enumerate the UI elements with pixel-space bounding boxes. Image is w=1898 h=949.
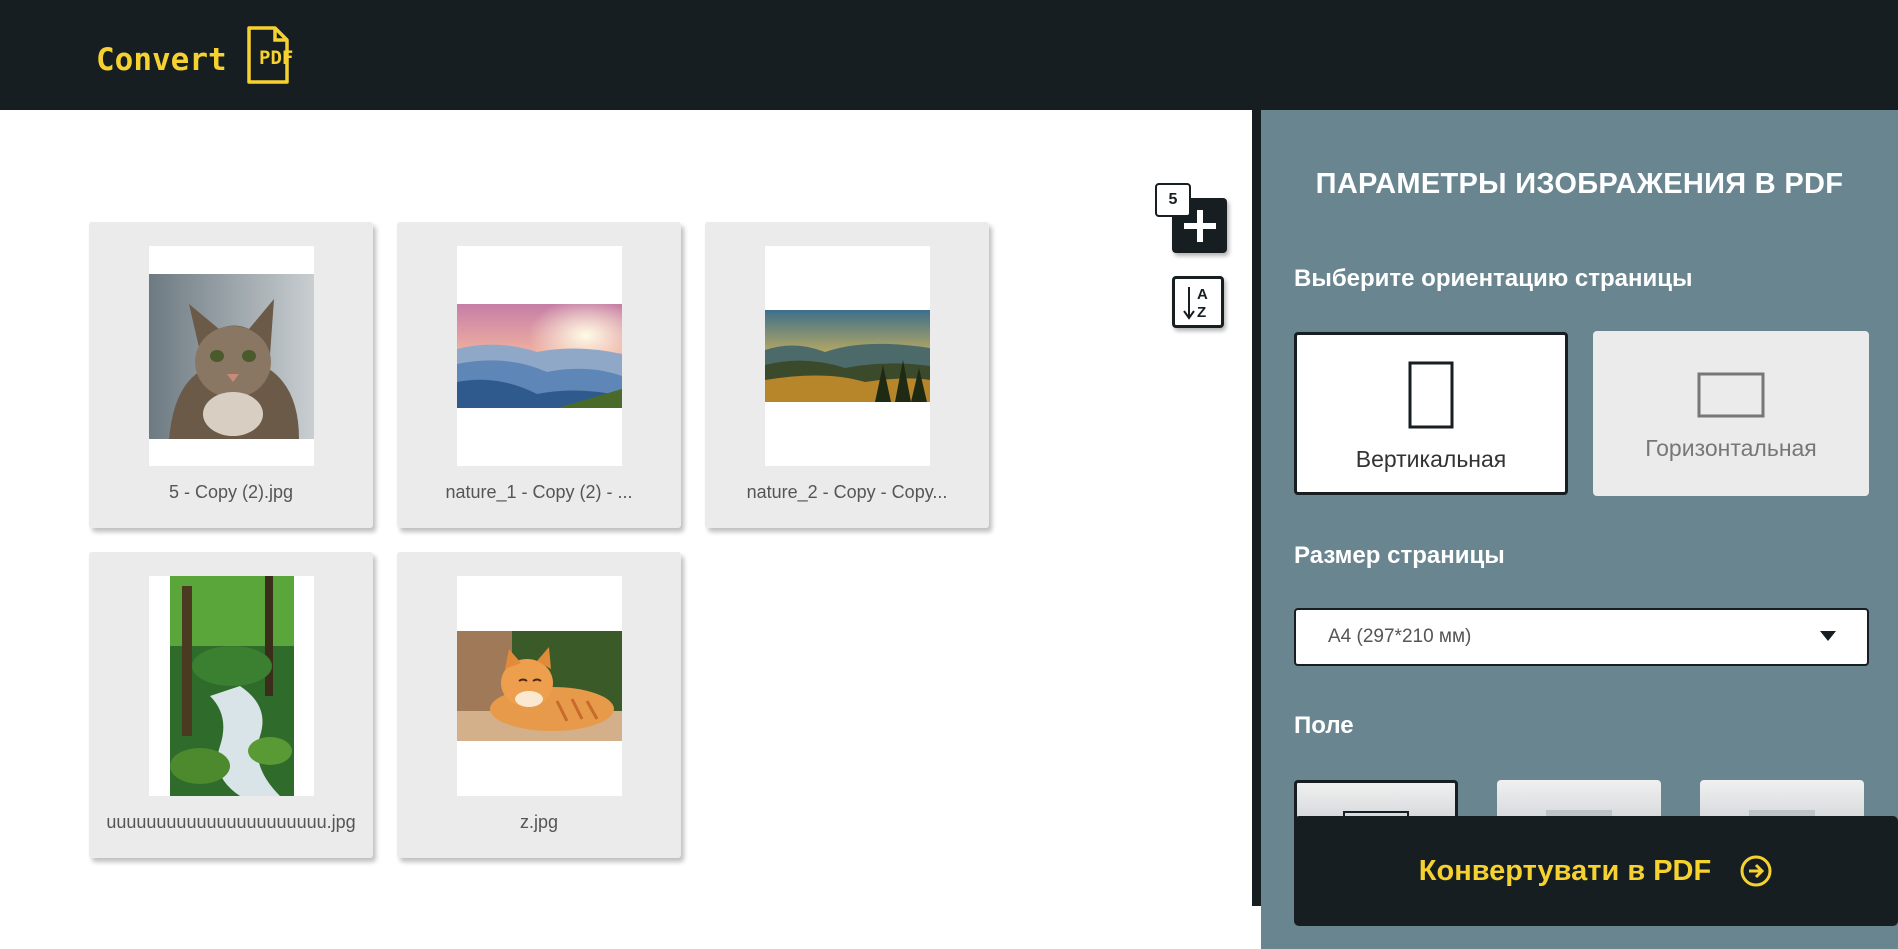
file-card[interactable]: nature_1 - Copy (2) - ... [397,222,681,528]
logo-text: Convert [96,42,227,78]
sort-az-icon: A Z [1183,286,1208,321]
image-thumbnail [457,304,622,408]
margin-label: Поле [1294,712,1354,739]
portrait-page-icon [1408,361,1454,429]
svg-text:Z: Z [1197,304,1206,321]
chevron-down-icon [1820,631,1836,641]
settings-panel: ПАРАМЕТРЫ ИЗОБРАЖЕНИЯ В PDF Выберите ори… [1261,110,1898,949]
image-thumbnail [169,576,294,796]
image-thumbnail [457,631,622,741]
file-name: uuuuuuuuuuuuuuuuuuuuuu.jpg [106,812,356,832]
page-preview [149,246,314,466]
panel-divider [1252,110,1261,906]
file-card[interactable]: z.jpg [397,552,681,858]
image-thumbnail [765,310,930,402]
app-header: Convert PDF [0,0,1898,110]
panel-title: ПАРАМЕТРЫ ИЗОБРАЖЕНИЯ В PDF [1315,168,1844,200]
image-thumbnail [149,273,314,439]
file-card[interactable]: 5 - Copy (2).jpg [89,222,373,528]
orientation-label: Выберите ориентацию страницы [1294,265,1693,292]
sort-az-button[interactable]: A Z [1172,276,1224,328]
orientation-option-label: Вертикальная [1355,446,1507,472]
logo[interactable]: Convert PDF [96,26,303,84]
file-name: nature_2 - Copy - Copy... [746,482,948,502]
pdf-document-icon: PDF [246,26,293,84]
convert-to-pdf-button[interactable]: Конвертувати в PDF [1294,816,1898,926]
page-preview [149,576,314,796]
arrow-right-circle-icon [1740,855,1772,887]
page-preview [457,576,622,796]
page-size-value: A4 (297*210 мм) [1328,626,1472,647]
page-preview [457,246,622,466]
logo-badge: PDF [259,47,293,69]
svg-text:A: A [1197,286,1208,303]
file-name: z.jpg [519,812,559,832]
file-count-badge: 5 [1155,183,1191,217]
convert-button-label: Конвертувати в PDF [1418,854,1712,887]
orientation-portrait-option[interactable]: Вертикальная [1294,332,1568,495]
file-name: nature_1 - Copy (2) - ... [445,482,633,502]
file-card[interactable]: uuuuuuuuuuuuuuuuuuuuuu.jpg [89,552,373,858]
page-preview [765,246,930,466]
page-size-select[interactable]: A4 (297*210 мм) [1294,608,1869,666]
orientation-option-label: Горизонтальная [1645,435,1817,461]
landscape-page-icon [1697,372,1765,418]
page-size-label: Размер страницы [1294,542,1505,569]
file-card[interactable]: nature_2 - Copy - Copy... [705,222,989,528]
orientation-landscape-option[interactable]: Горизонтальная [1593,331,1869,496]
file-name: 5 - Copy (2).jpg [168,482,294,502]
